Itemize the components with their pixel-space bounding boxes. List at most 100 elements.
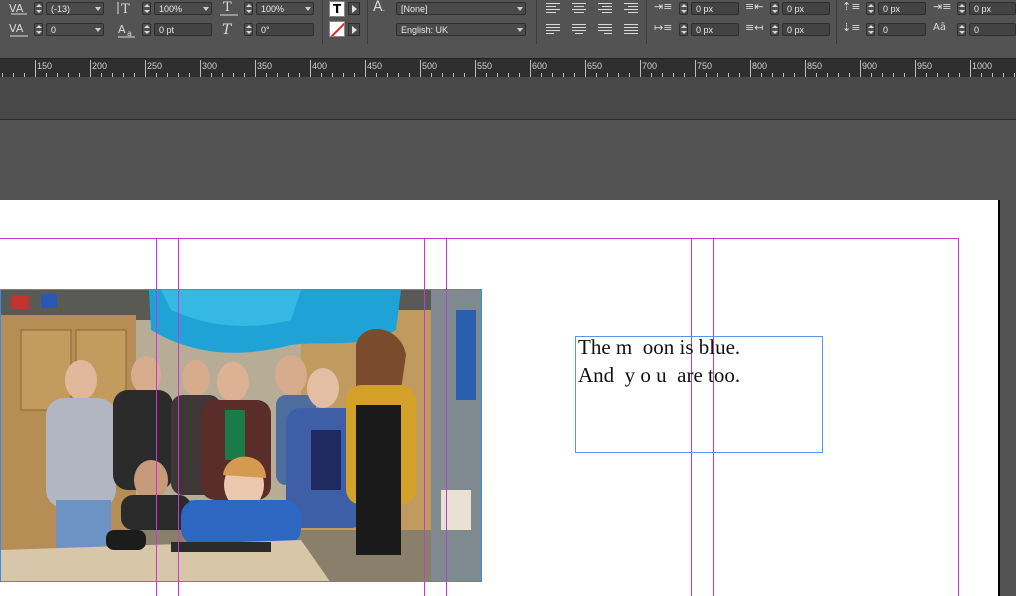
baseline-shift-stepper[interactable] <box>142 23 151 36</box>
horizontal-scale-stepper[interactable] <box>244 2 253 15</box>
last-line-indent-icon: ≡↤ <box>745 21 764 34</box>
ruler-tick <box>35 60 36 77</box>
ruler-label: 300 <box>202 61 218 71</box>
type-icon: T <box>333 2 342 16</box>
column-guide <box>178 238 179 596</box>
left-indent-field[interactable]: 0 px <box>691 2 739 15</box>
group-photo-image <box>1 290 481 581</box>
last-line-indent-stepper[interactable] <box>770 23 779 36</box>
kerning-stepper[interactable] <box>34 2 43 15</box>
chevron-down-icon[interactable] <box>517 7 523 11</box>
ruler-label: 550 <box>477 61 493 71</box>
svg-text:A: A <box>118 23 126 36</box>
ruler-label: 1000 <box>972 61 993 71</box>
first-line-indent-stepper[interactable] <box>679 23 688 36</box>
ruler-tick <box>90 60 91 77</box>
skew-field[interactable]: 0° <box>256 23 314 36</box>
text-line[interactable]: And y o u are too. <box>578 363 740 388</box>
ruler-label: 950 <box>917 61 933 71</box>
divider <box>367 0 368 44</box>
swatch-menu-arrow-icon[interactable] <box>348 2 360 15</box>
right-indent-field[interactable]: 0 px <box>782 2 830 15</box>
text-frame[interactable]: The m oon is blue. And y o u are too. <box>575 335 823 453</box>
space-after-field[interactable]: 0 <box>878 23 926 36</box>
text-stroke-swatch[interactable] <box>329 21 345 37</box>
vertical-scale-icon: T <box>117 0 137 19</box>
space-after-stepper[interactable] <box>866 23 875 36</box>
justify-center-icon[interactable] <box>572 24 586 35</box>
text-line[interactable]: The m oon is blue. <box>578 335 740 360</box>
ruler-label: 200 <box>92 61 108 71</box>
ruler-tick <box>310 60 311 77</box>
horizontal-scale-field[interactable]: 100% <box>256 2 314 15</box>
ruler-tick <box>255 60 256 77</box>
kerning-icon: VA <box>9 1 29 18</box>
horizontal-scale-value: 100% <box>261 4 285 14</box>
baseline-shift-value: 0 pt <box>159 25 175 35</box>
ruler-tick <box>860 60 861 77</box>
tracking-field[interactable]: 0 <box>46 23 104 36</box>
align-center-icon[interactable] <box>572 3 586 14</box>
chevron-down-icon[interactable] <box>305 7 311 11</box>
ruler-tick <box>970 60 971 77</box>
vertical-scale-stepper[interactable] <box>142 2 151 15</box>
text-fill-swatch[interactable]: T <box>329 1 345 17</box>
space-before-field[interactable]: 0 px <box>878 2 926 15</box>
justify-left-icon[interactable] <box>546 24 560 35</box>
drop-cap-chars-stepper[interactable] <box>957 23 966 36</box>
left-indent-icon: ⇥≡ <box>654 0 673 13</box>
svg-text:T: T <box>121 2 130 16</box>
language-dropdown[interactable]: English: UK <box>396 23 526 36</box>
chevron-down-icon[interactable] <box>95 28 101 32</box>
character-style-dropdown[interactable]: [None] <box>396 2 526 15</box>
right-indent-icon: ≡⇤ <box>745 0 764 13</box>
first-line-indent-field[interactable]: 0 px <box>691 23 739 36</box>
ruler-tick <box>585 60 586 77</box>
ruler-tick <box>750 60 751 77</box>
drop-cap-lines-icon: ⇥≡ <box>933 0 952 13</box>
chevron-down-icon[interactable] <box>517 28 523 32</box>
right-indent-value: 0 px <box>787 4 805 14</box>
drop-cap-lines-stepper[interactable] <box>957 2 966 15</box>
chevron-down-icon[interactable] <box>95 7 101 11</box>
placed-image-frame[interactable] <box>0 289 482 582</box>
horizontal-ruler[interactable]: 150 200 250 300 350 400 450 500 550 600 650 700 750 8… <box>0 58 1016 78</box>
svg-text:VA: VA <box>9 2 24 15</box>
ruler-label: 350 <box>257 61 273 71</box>
vertical-scale-field[interactable]: 100% <box>154 2 212 15</box>
drop-cap-chars-field[interactable]: 0 <box>969 23 1016 36</box>
ruler-label: 650 <box>587 61 603 71</box>
baseline-shift-field[interactable]: 0 pt <box>154 23 212 36</box>
drop-cap-chars-icon: Aā <box>933 22 946 33</box>
first-line-indent-icon: ↦≡ <box>654 21 673 34</box>
last-line-indent-field[interactable]: 0 px <box>782 23 830 36</box>
kerning-value: (-13) <box>51 4 71 14</box>
skew-icon: T <box>221 21 241 40</box>
space-before-stepper[interactable] <box>866 2 875 15</box>
document-tab-bar <box>0 77 1016 120</box>
ruler-tick <box>475 60 476 77</box>
ruler-tick <box>145 60 146 77</box>
align-right-icon[interactable] <box>598 3 612 14</box>
control-panel: VA (-13) VA 0 T 100% Aa 0 pt T 100% T 0° <box>0 0 1016 59</box>
left-indent-stepper[interactable] <box>679 2 688 15</box>
right-indent-stepper[interactable] <box>770 2 779 15</box>
align-towards-spine-icon[interactable] <box>624 3 638 14</box>
ruler-tick <box>365 60 366 77</box>
svg-text:T: T <box>223 0 232 15</box>
none-swatch-icon <box>330 22 344 36</box>
justify-all-icon[interactable] <box>624 24 638 35</box>
tracking-stepper[interactable] <box>34 23 43 36</box>
chevron-down-icon[interactable] <box>203 7 209 11</box>
swatch-menu-arrow-icon[interactable] <box>348 23 360 36</box>
drop-cap-lines-field[interactable]: 0 px <box>969 2 1016 15</box>
column-guide <box>424 238 425 596</box>
top-margin-guide <box>0 238 959 239</box>
justify-right-icon[interactable] <box>598 24 612 35</box>
ruler-label: 850 <box>807 61 823 71</box>
align-left-icon[interactable] <box>546 3 560 14</box>
skew-stepper[interactable] <box>244 23 253 36</box>
kerning-field[interactable]: (-13) <box>46 2 104 15</box>
space-before-value: 0 px <box>883 4 901 14</box>
space-before-icon: ⇡≡ <box>842 0 861 13</box>
